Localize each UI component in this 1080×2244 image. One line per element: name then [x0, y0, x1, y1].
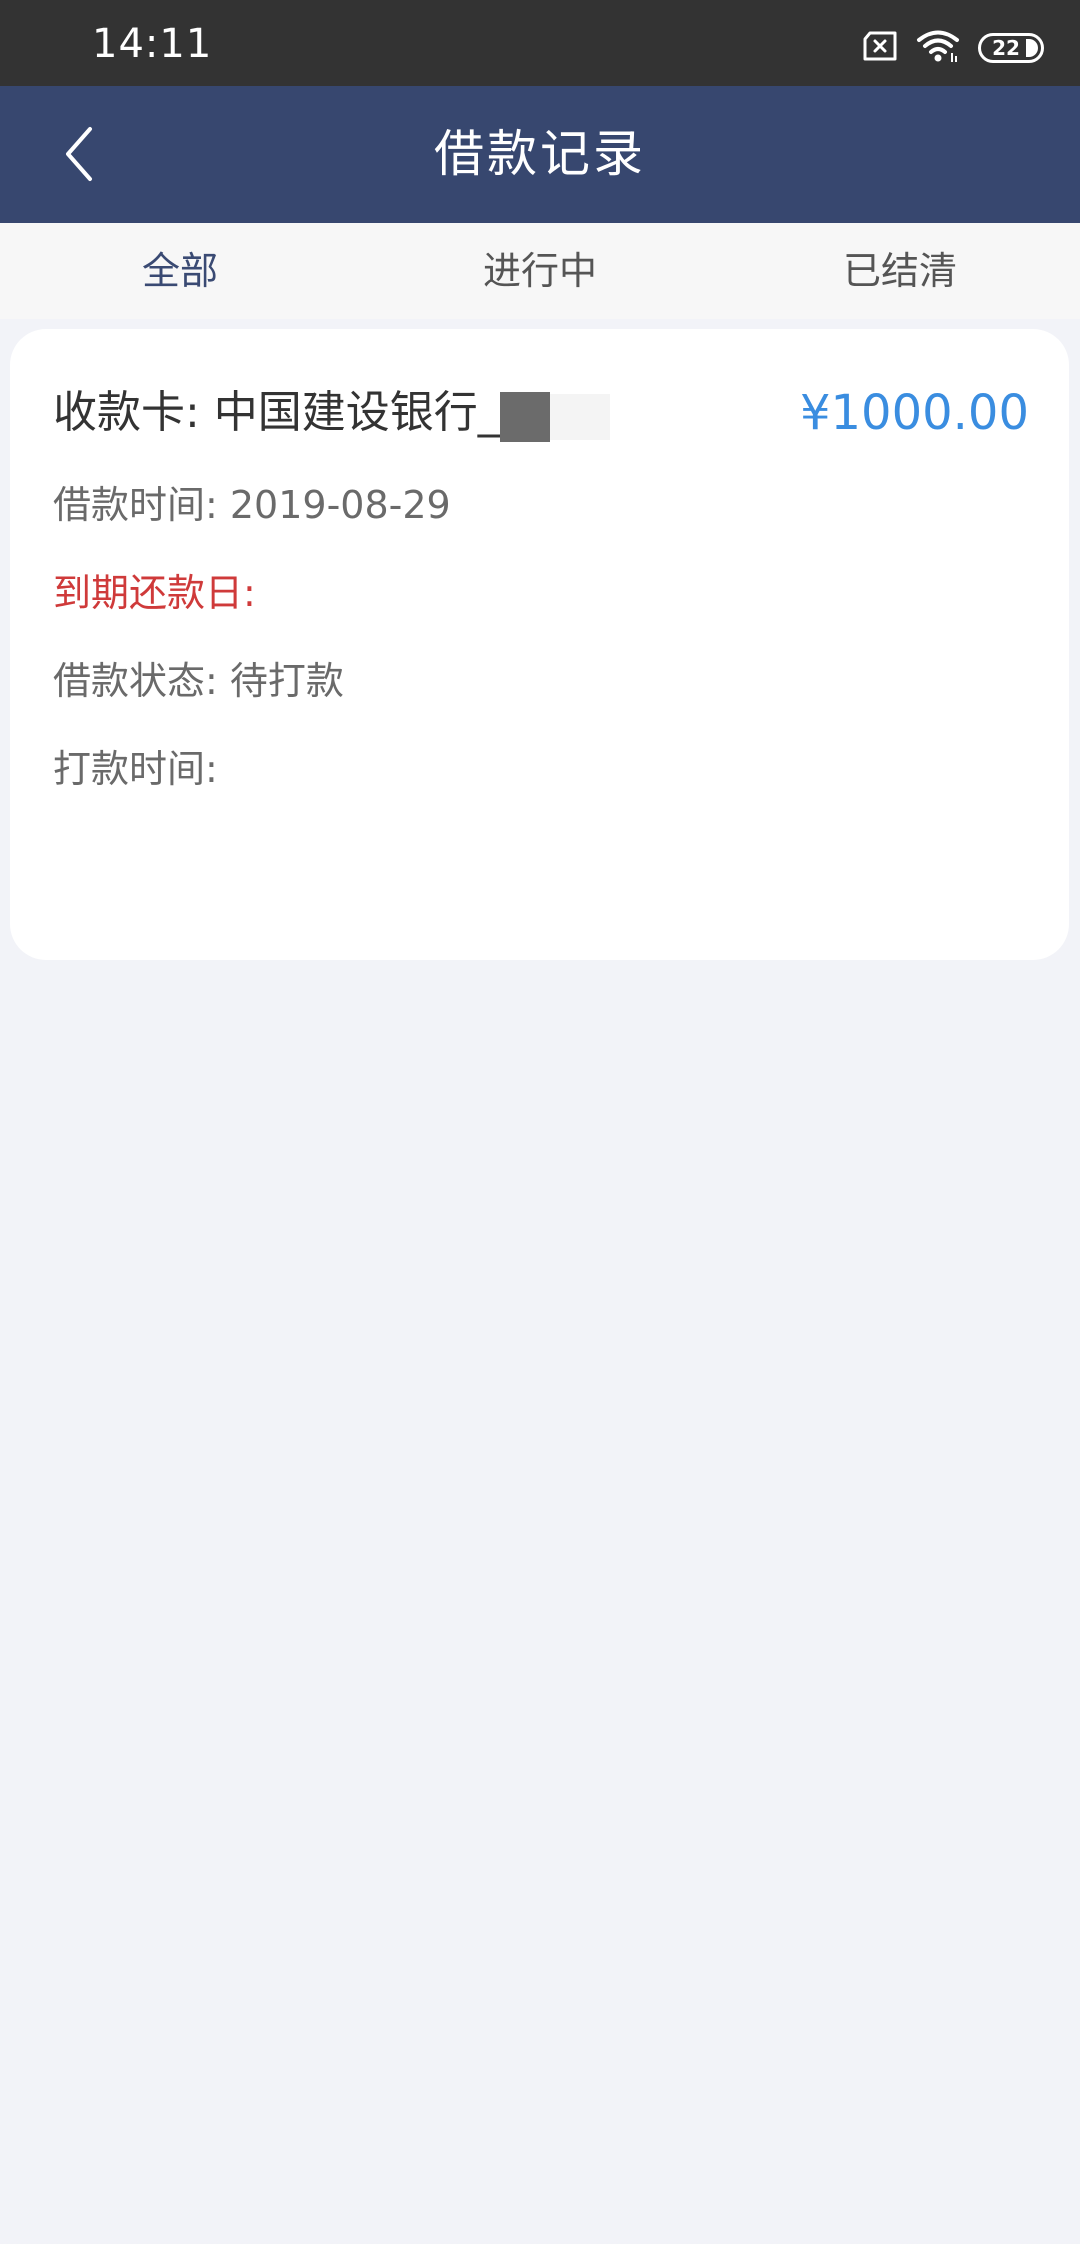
loan-amount: ¥1000.00 [799, 385, 1029, 441]
tab-bar: 全部 进行中 已结清 [0, 223, 1080, 319]
loan-record-card[interactable]: 收款卡: 中国建设银行_4 ¥1000.00 借款时间: 2019-08-29 … [10, 329, 1069, 960]
loan-status: 借款状态: 待打款 [53, 659, 344, 703]
battery-fill [1026, 39, 1038, 57]
page-title: 借款记录 [434, 125, 646, 183]
status-time: 14:11 [92, 21, 213, 67]
payment-time: 打款时间: [53, 747, 218, 791]
bank-card-label: 收款卡: 中国建设银行_4 [53, 387, 528, 438]
status-bar: 14:11 22 [0, 0, 1080, 86]
sim-error-icon [862, 31, 898, 65]
tab-all[interactable]: 全部 [0, 249, 360, 293]
due-date: 到期还款日: [53, 571, 256, 615]
tab-ongoing[interactable]: 进行中 [360, 249, 720, 293]
masked-card-number-fade [550, 394, 610, 440]
nav-bar: 借款记录 [0, 86, 1080, 223]
battery-level: 22 [992, 36, 1020, 60]
wifi-icon [916, 29, 960, 67]
tab-settled[interactable]: 已结清 [720, 249, 1080, 293]
loan-time: 借款时间: 2019-08-29 [53, 483, 451, 527]
battery-icon: 22 [978, 33, 1044, 63]
masked-card-number [500, 392, 550, 442]
status-icons: 22 [862, 28, 1044, 68]
